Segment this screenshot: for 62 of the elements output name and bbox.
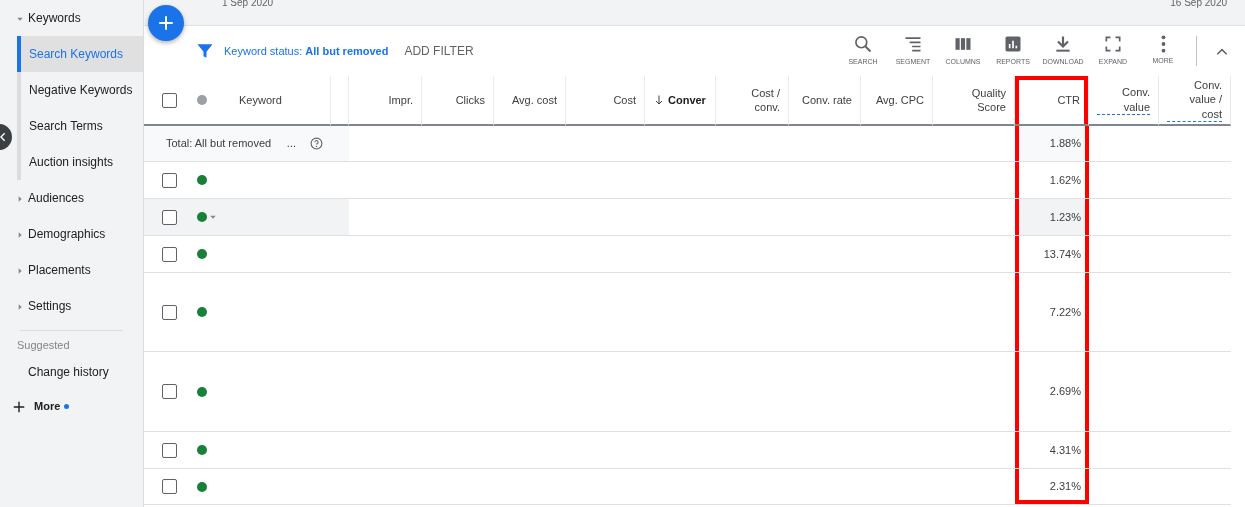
row-checkbox[interactable] — [162, 172, 177, 188]
ctr-value: 1.62% — [1049, 172, 1081, 188]
caret-right-icon — [16, 230, 24, 239]
caret-right-icon — [16, 302, 24, 311]
row-checkbox[interactable] — [162, 209, 177, 225]
filter-icon — [196, 42, 214, 60]
ctr-value: 7.22% — [1049, 304, 1081, 320]
column-header[interactable]: Conv. rate — [802, 92, 852, 108]
sidebar-item[interactable]: Change history — [0, 353, 143, 390]
column-header[interactable]: Avg. cost — [511, 92, 557, 108]
sidebar-subitem[interactable]: Negative Keywords — [17, 72, 143, 108]
sidebar-subitem[interactable]: Search Keywords — [17, 36, 143, 72]
plus-icon — [157, 14, 175, 32]
column-header[interactable]: Keyword — [239, 92, 282, 108]
status-header-dot — [197, 95, 207, 105]
more-link[interactable]: More — [34, 398, 61, 415]
row-checkbox[interactable] — [162, 479, 177, 494]
ctr-value: 13.74% — [1043, 246, 1081, 262]
column-header[interactable]: Conver — [668, 92, 706, 108]
help-icon — [310, 137, 323, 150]
section-label: Suggested — [16, 338, 70, 353]
sidebar-item[interactable]: Keywords — [28, 9, 81, 27]
caret-right-icon — [16, 266, 24, 275]
column-header[interactable]: Impr. — [388, 92, 413, 108]
caret-right-icon — [16, 194, 24, 203]
sidebar-item[interactable]: Demographics — [28, 225, 106, 243]
caret-down-icon[interactable] — [209, 213, 217, 221]
download-icon — [1053, 34, 1073, 55]
filter-chip[interactable]: Keyword status: All but removed — [224, 42, 389, 60]
sidebar-item[interactable]: Settings — [28, 297, 72, 315]
column-header[interactable]: CTR — [1057, 92, 1080, 108]
chevron-left-icon — [0, 132, 8, 142]
row-checkbox[interactable] — [162, 246, 177, 262]
segment-icon — [903, 34, 923, 55]
add-filter-button[interactable]: ADD FILTER — [402, 40, 476, 62]
plus-icon — [12, 399, 26, 414]
more-ellipsis[interactable]: ... — [286, 135, 296, 152]
sidebar-subitem[interactable]: Auction insights — [17, 144, 143, 180]
ctr-value: 1.88% — [1049, 136, 1081, 152]
column-header[interactable]: Clicks — [455, 92, 485, 108]
column-header[interactable]: Cost — [613, 92, 636, 108]
total-label: Total: All but removed — [165, 136, 272, 152]
ctr-value: 2.69% — [1049, 384, 1081, 400]
ctr-value: 4.31% — [1049, 442, 1081, 458]
row-checkbox[interactable] — [162, 384, 177, 399]
row-checkbox[interactable] — [162, 304, 177, 320]
sidebar-subitem[interactable]: Search Terms — [17, 108, 143, 144]
bar-chart-icon — [1003, 34, 1023, 55]
ctr-value: 2.31% — [1049, 479, 1081, 495]
ctr-value: 1.23% — [1049, 209, 1081, 225]
column-header[interactable]: Cost / conv. — [724, 85, 780, 115]
select-all-checkbox[interactable] — [162, 92, 177, 108]
search-icon — [853, 34, 873, 55]
sidebar-item[interactable]: Audiences — [28, 189, 85, 207]
expand-icon — [1103, 34, 1123, 55]
column-header[interactable]: Quality Score — [941, 85, 1006, 115]
column-header[interactable]: Conv. value — [1097, 85, 1150, 115]
more-icon — [1160, 35, 1166, 54]
column-header[interactable]: Conv. value / cost — [1167, 78, 1222, 122]
column-header[interactable]: Avg. CPC — [875, 92, 924, 108]
row-checkbox[interactable] — [162, 442, 177, 458]
sidebar-item[interactable]: Placements — [28, 261, 91, 279]
